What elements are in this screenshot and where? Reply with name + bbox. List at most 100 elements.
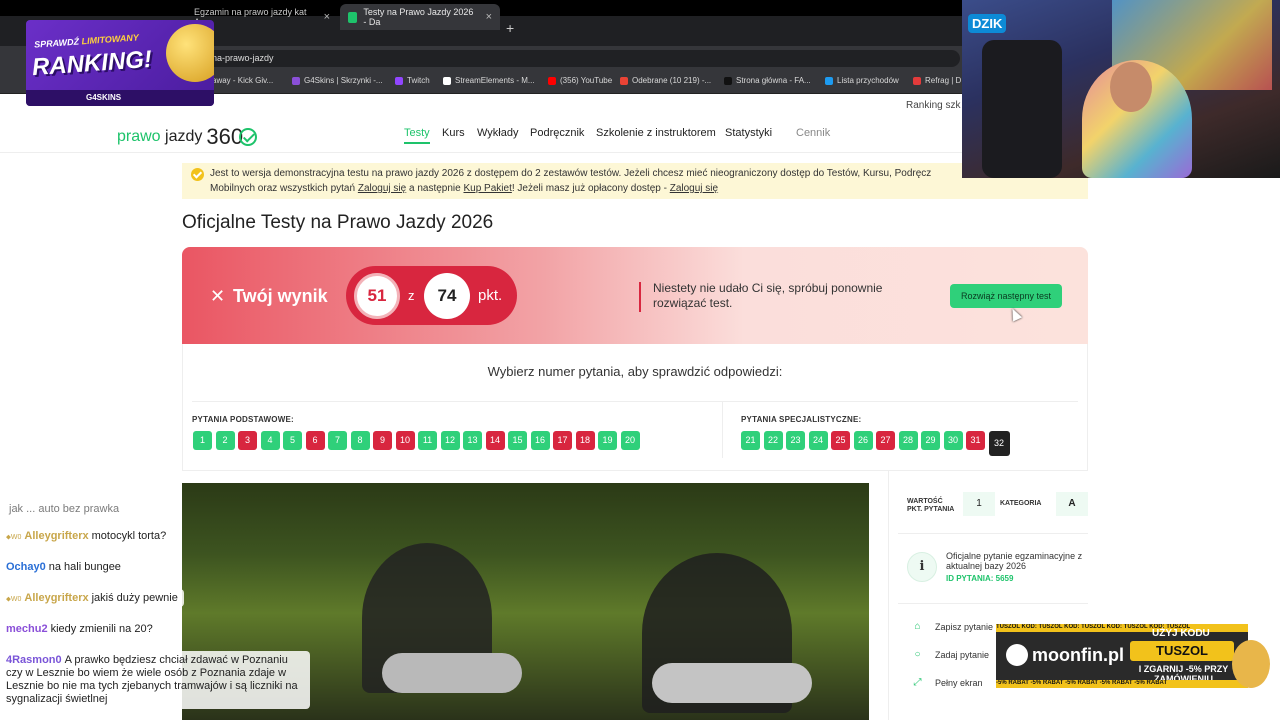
bookmark-label: (356) YouTube bbox=[560, 76, 613, 85]
action-label: Zapisz pytanie bbox=[935, 621, 994, 632]
question-button[interactable]: 8 bbox=[350, 431, 370, 450]
question-button[interactable]: 5 bbox=[283, 431, 302, 450]
bookmark-favicon-icon bbox=[395, 76, 403, 85]
close-icon[interactable]: × bbox=[486, 11, 492, 23]
nav-testy[interactable]: Testy bbox=[404, 127, 430, 144]
question-button[interactable]: 21 bbox=[741, 431, 760, 450]
question-button[interactable]: 16 bbox=[530, 431, 550, 450]
score-value: 51 bbox=[354, 273, 400, 319]
question-button[interactable]: 7 bbox=[328, 431, 347, 450]
question-button[interactable]: 9 bbox=[373, 431, 392, 450]
motorcycle-2 bbox=[652, 663, 812, 703]
page-title: Oficjalne Testy na Prawo Jazdy 2026 bbox=[182, 212, 494, 233]
question-button[interactable]: 17 bbox=[553, 431, 572, 450]
ranking-link[interactable]: Ranking szk bbox=[906, 100, 960, 111]
question-button[interactable]: 3 bbox=[238, 431, 257, 450]
bookmark-item[interactable]: Odebrane (10 219) -... bbox=[620, 76, 711, 85]
chat-message: Ochay0 na hali bungee bbox=[0, 558, 127, 576]
buy-package-link[interactable]: Kup Pakiet bbox=[463, 183, 511, 194]
bookmark-item[interactable]: Refrag | D bbox=[913, 76, 961, 85]
nav-szkolenie[interactable]: Szkolenie z instruktorem bbox=[596, 127, 716, 139]
ad-brand-text: moonfin.pl bbox=[1032, 644, 1124, 665]
moonfin-ad[interactable]: TUSZOL KOD: TUSZOL KOD: TUSZOL KOD: TUSZ… bbox=[996, 624, 1248, 688]
check-icon bbox=[239, 128, 258, 146]
promo-banner[interactable]: SPRAWDŹ LIMITOWANY RANKING! G4SKINS bbox=[26, 20, 214, 106]
question-button[interactable]: 25 bbox=[831, 431, 850, 450]
question-button[interactable]: 27 bbox=[876, 431, 895, 450]
bookmark-favicon-icon bbox=[825, 76, 833, 85]
bookmark-favicon-icon bbox=[443, 76, 451, 85]
avatar bbox=[1232, 640, 1270, 688]
ad-strip-top: TUSZOL KOD: TUSZOL KOD: TUSZOL KOD: TUSZ… bbox=[996, 624, 1248, 632]
ad-brand: moonfin.pl bbox=[1006, 644, 1124, 666]
chat-overlay: jak ... auto bez prawka ⬥W0 Alleygrifterx… bbox=[0, 495, 310, 720]
bookmark-item[interactable]: Lista przychodów bbox=[825, 76, 899, 85]
brand-word-prawo: prawo bbox=[117, 128, 161, 145]
question-button[interactable]: 18 bbox=[575, 431, 595, 450]
bookmark-label: G4Skins | Skrzynki -... bbox=[304, 76, 383, 85]
nav-wyklady[interactable]: Wykłady bbox=[477, 127, 518, 139]
question-button[interactable]: 30 bbox=[943, 431, 963, 450]
question-button[interactable]: 28 bbox=[898, 431, 918, 450]
bookmark-item[interactable]: Strona główna - FA... bbox=[724, 76, 811, 85]
question-button[interactable]: 14 bbox=[485, 431, 505, 450]
question-button[interactable]: 2 bbox=[215, 431, 235, 450]
nav-kurs[interactable]: Kurs bbox=[442, 127, 465, 139]
score-unit: pkt. bbox=[478, 287, 503, 304]
points-label: WARTOŚĆ PKT. PYTANIA bbox=[907, 498, 955, 513]
question-button[interactable]: 15 bbox=[508, 431, 527, 450]
category-label: KATEGORIA bbox=[1000, 500, 1042, 507]
question-button[interactable]: 12 bbox=[440, 431, 460, 450]
question-button[interactable]: 22 bbox=[763, 431, 783, 450]
question-button[interactable]: 31 bbox=[966, 431, 985, 450]
nav-cennik[interactable]: Cennik bbox=[796, 127, 830, 139]
question-button[interactable]: 11 bbox=[418, 431, 437, 450]
question-button[interactable]: 23 bbox=[786, 431, 805, 450]
question-id: ID PYTANIA: 5659 bbox=[946, 574, 1014, 583]
check-badge-icon bbox=[191, 168, 204, 181]
question-button[interactable]: 26 bbox=[853, 431, 873, 450]
result-label: Twój wynik bbox=[233, 286, 328, 306]
question-button[interactable]: 10 bbox=[395, 431, 415, 450]
close-x-icon: ✕ bbox=[210, 286, 226, 306]
close-icon[interactable]: × bbox=[324, 11, 330, 23]
new-tab-icon[interactable]: + bbox=[506, 20, 514, 36]
bookmark-item[interactable]: StreamElements - M... bbox=[443, 76, 535, 85]
bookmark-item[interactable]: G4Skins | Skrzynki -... bbox=[292, 76, 383, 85]
chat-badge: ⬥W0 bbox=[6, 534, 22, 541]
login-link[interactable]: Zaloguj się bbox=[358, 183, 406, 194]
question-button[interactable]: 6 bbox=[305, 431, 325, 450]
nav-podrecznik[interactable]: Podręcznik bbox=[530, 127, 584, 139]
question-button[interactable]: 24 bbox=[808, 431, 828, 450]
webcam-logo: DZIK bbox=[968, 14, 1007, 33]
question-button[interactable]: 20 bbox=[620, 431, 640, 450]
divider bbox=[192, 401, 1078, 402]
bookmark-label: Strona główna - FA... bbox=[736, 76, 811, 85]
login-link-2[interactable]: Zaloguj się bbox=[670, 183, 718, 194]
bookmark-favicon-icon bbox=[292, 76, 300, 85]
site-logo[interactable]: prawo jazdy 360 bbox=[117, 124, 258, 150]
question-button[interactable]: 19 bbox=[598, 431, 617, 450]
next-test-button[interactable]: Rozwiąż następny test bbox=[950, 284, 1062, 308]
bookmark-item[interactable]: Twitch bbox=[395, 76, 430, 85]
notice-line1: Jest to wersja demonstracyjna testu na p… bbox=[210, 168, 932, 179]
nav-statystyki[interactable]: Statystyki bbox=[725, 127, 772, 139]
motorcycle-1 bbox=[382, 653, 522, 693]
bookmark-item[interactable]: (356) YouTube bbox=[548, 76, 612, 85]
bookmark-icon: ⌂ bbox=[914, 621, 921, 632]
url-field[interactable]: na-prawo-jazdy bbox=[200, 50, 960, 67]
tab-testy[interactable]: Testy na Prawo Jazdy 2026 - Da × bbox=[340, 4, 500, 30]
question-button[interactable]: 29 bbox=[921, 431, 940, 450]
save-question-button[interactable]: ⌂ Zapisz pytanie bbox=[912, 621, 993, 632]
gaming-chair bbox=[982, 40, 1062, 178]
question-button[interactable]: 1 bbox=[193, 431, 212, 450]
ask-question-button[interactable]: ○ Zadaj pytanie bbox=[912, 649, 989, 660]
chat-user: Alleygrifterx bbox=[24, 592, 89, 604]
question-button[interactable]: 4 bbox=[260, 431, 280, 450]
info-text: Oficjalne pytanie egzaminacyjne z aktual… bbox=[946, 551, 1083, 571]
ad-code: TUSZOL bbox=[1130, 641, 1234, 661]
question-button[interactable]: 32 bbox=[988, 431, 1010, 456]
fullscreen-button[interactable]: ⤢ Pełny ekran bbox=[912, 677, 983, 688]
question-button[interactable]: 13 bbox=[463, 431, 482, 450]
demo-notice: Jest to wersja demonstracyjna testu na p… bbox=[182, 163, 1088, 199]
